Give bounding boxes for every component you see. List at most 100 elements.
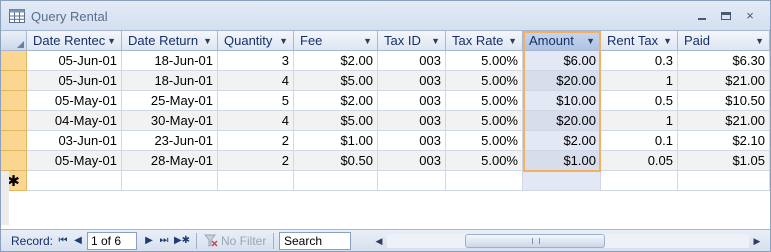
sort-dropdown-icon[interactable]: ▼ xyxy=(586,31,595,50)
column-header-date-return[interactable]: Date Return ▼ xyxy=(122,31,218,51)
cell-tax-rate[interactable]: 5.00% xyxy=(446,51,523,71)
new-cell-paid[interactable] xyxy=(678,171,770,191)
record-selector[interactable] xyxy=(1,111,27,131)
cell-paid[interactable]: $6.30 xyxy=(678,51,770,71)
new-cell-quantity[interactable] xyxy=(218,171,294,191)
record-selector[interactable] xyxy=(1,71,27,91)
new-cell-rent-tax[interactable] xyxy=(601,171,678,191)
cell-quantity[interactable]: 4 xyxy=(218,71,294,91)
column-header-quantity[interactable]: Quantity ▼ xyxy=(218,31,294,51)
cell-date-rented[interactable]: 05-Jun-01 xyxy=(27,51,122,71)
cell-fee[interactable]: $2.00 xyxy=(294,91,378,111)
sort-dropdown-icon[interactable]: ▼ xyxy=(107,31,116,50)
sort-dropdown-icon[interactable]: ▼ xyxy=(508,31,517,50)
table-row[interactable]: 03-Jun-01 23-Jun-01 2 $1.00 003 5.00% $2.00 0.1… xyxy=(1,131,770,151)
cell-date-rented[interactable]: 04-May-01 xyxy=(27,111,122,131)
sort-dropdown-icon[interactable]: ▼ xyxy=(279,31,288,50)
cell-fee[interactable]: $2.00 xyxy=(294,51,378,71)
table-row[interactable]: 05-May-01 28-May-01 2 $0.50 003 5.00% $1.00 0.0… xyxy=(1,151,770,171)
cell-tax-id[interactable]: 003 xyxy=(378,71,446,91)
close-button[interactable]: × xyxy=(741,7,759,25)
cell-amount[interactable]: $1.00 xyxy=(523,151,601,171)
column-header-fee[interactable]: Fee ▼ xyxy=(294,31,378,51)
cell-date-return[interactable]: 30-May-01 xyxy=(122,111,218,131)
cell-date-return[interactable]: 23-Jun-01 xyxy=(122,131,218,151)
record-position-input[interactable]: 1 of 6 xyxy=(87,232,137,250)
cell-quantity[interactable]: 2 xyxy=(218,151,294,171)
cell-amount[interactable]: $20.00 xyxy=(523,71,601,91)
cell-rent-tax[interactable]: 1 xyxy=(601,71,678,91)
search-input[interactable]: Search xyxy=(279,232,351,250)
cell-fee[interactable]: $5.00 xyxy=(294,111,378,131)
cell-tax-rate[interactable]: 5.00% xyxy=(446,91,523,111)
record-selector[interactable] xyxy=(1,131,27,151)
new-cell-amount[interactable] xyxy=(523,171,601,191)
cell-rent-tax[interactable]: 0.5 xyxy=(601,91,678,111)
cell-date-rented[interactable]: 03-Jun-01 xyxy=(27,131,122,151)
cell-date-return[interactable]: 18-Jun-01 xyxy=(122,51,218,71)
cell-paid[interactable]: $2.10 xyxy=(678,131,770,151)
cell-date-return[interactable]: 18-Jun-01 xyxy=(122,71,218,91)
record-selector[interactable] xyxy=(1,151,27,171)
cell-quantity[interactable]: 3 xyxy=(218,51,294,71)
cell-date-rented[interactable]: 05-May-01 xyxy=(27,91,122,111)
new-cell-fee[interactable] xyxy=(294,171,378,191)
new-cell-tax-id[interactable] xyxy=(378,171,446,191)
column-header-tax-rate[interactable]: Tax Rate ▼ xyxy=(446,31,523,51)
cell-rent-tax[interactable]: 1 xyxy=(601,111,678,131)
column-header-tax-id[interactable]: Tax ID ▼ xyxy=(378,31,446,51)
table-row[interactable]: 05-Jun-01 18-Jun-01 3 $2.00 003 5.00% $6.00 0.3… xyxy=(1,51,770,71)
cell-amount[interactable]: $2.00 xyxy=(523,131,601,151)
cell-paid[interactable]: $21.00 xyxy=(678,111,770,131)
cell-date-return[interactable]: 28-May-01 xyxy=(122,151,218,171)
cell-tax-rate[interactable]: 5.00% xyxy=(446,151,523,171)
sort-dropdown-icon[interactable]: ▼ xyxy=(363,31,372,50)
new-cell-date-return[interactable] xyxy=(122,171,218,191)
cell-tax-rate[interactable]: 5.00% xyxy=(446,111,523,131)
previous-record-button[interactable]: ◀ xyxy=(72,233,84,249)
cell-quantity[interactable]: 5 xyxy=(218,91,294,111)
cell-paid[interactable]: $21.00 xyxy=(678,71,770,91)
new-cell-tax-rate[interactable] xyxy=(446,171,523,191)
table-row[interactable]: 05-May-01 25-May-01 5 $2.00 003 5.00% $10.00 0.… xyxy=(1,91,770,111)
column-header-amount[interactable]: Amount ▼ xyxy=(523,31,601,51)
new-cell-date-rented[interactable] xyxy=(27,171,122,191)
record-selector[interactable] xyxy=(1,51,27,71)
minimize-button[interactable] xyxy=(693,7,711,25)
column-header-paid[interactable]: Paid ▼ xyxy=(678,31,770,51)
cell-fee[interactable]: $1.00 xyxy=(294,131,378,151)
cell-date-rented[interactable]: 05-Jun-01 xyxy=(27,71,122,91)
cell-tax-id[interactable]: 003 xyxy=(378,51,446,71)
table-row[interactable]: 04-May-01 30-May-01 4 $5.00 003 5.00% $20.00 1 $… xyxy=(1,111,770,131)
new-record-button[interactable]: ▶✱ xyxy=(173,233,191,249)
cell-tax-id[interactable]: 003 xyxy=(378,131,446,151)
cell-paid[interactable]: $1.05 xyxy=(678,151,770,171)
cell-tax-id[interactable]: 003 xyxy=(378,91,446,111)
cell-tax-rate[interactable]: 5.00% xyxy=(446,71,523,91)
column-header-rent-tax[interactable]: Rent Tax ▼ xyxy=(601,31,678,51)
sort-dropdown-icon[interactable]: ▼ xyxy=(663,31,672,50)
scroll-right-icon[interactable]: ▶ xyxy=(751,233,763,249)
filter-status-button[interactable]: No Filter xyxy=(221,233,266,249)
scrollbar-thumb[interactable] xyxy=(465,234,605,248)
sort-dropdown-icon[interactable]: ▼ xyxy=(755,31,764,50)
cell-tax-id[interactable]: 003 xyxy=(378,151,446,171)
cell-tax-id[interactable]: 003 xyxy=(378,111,446,131)
cell-rent-tax[interactable]: 0.1 xyxy=(601,131,678,151)
record-selector[interactable] xyxy=(1,91,27,111)
new-record-row[interactable]: ✱ xyxy=(1,171,770,191)
cell-quantity[interactable]: 4 xyxy=(218,111,294,131)
cell-rent-tax[interactable]: 0.3 xyxy=(601,51,678,71)
scroll-left-icon[interactable]: ◀ xyxy=(373,233,385,249)
select-all-button[interactable] xyxy=(1,31,27,51)
cell-tax-rate[interactable]: 5.00% xyxy=(446,131,523,151)
last-record-button[interactable]: ⏭ xyxy=(158,233,170,249)
cell-amount[interactable]: $6.00 xyxy=(523,51,601,71)
next-record-button[interactable]: ▶ xyxy=(143,233,155,249)
cell-amount[interactable]: $20.00 xyxy=(523,111,601,131)
table-row[interactable]: 05-Jun-01 18-Jun-01 4 $5.00 003 5.00% $20.00 1 $… xyxy=(1,71,770,91)
column-header-date-rented[interactable]: Date Rentec ▼ xyxy=(27,31,122,51)
cell-date-return[interactable]: 25-May-01 xyxy=(122,91,218,111)
first-record-button[interactable]: ⏮ xyxy=(57,233,69,249)
cell-quantity[interactable]: 2 xyxy=(218,131,294,151)
